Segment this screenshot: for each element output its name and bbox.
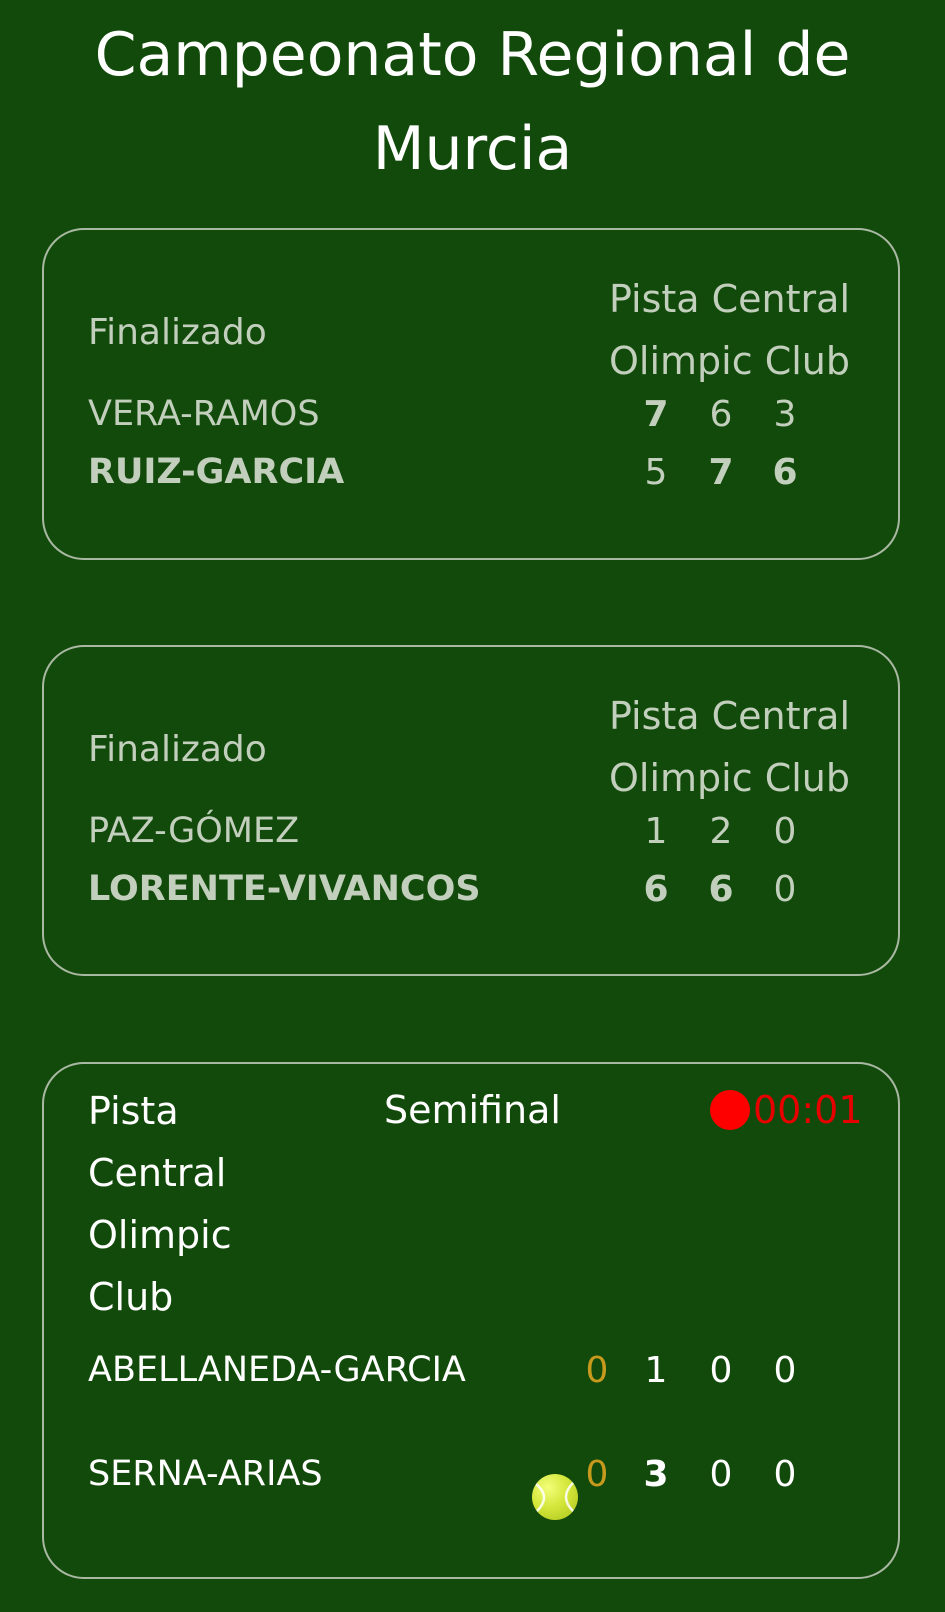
set-score: 2	[709, 811, 733, 852]
match-card-1[interactable]: Finalizado Pista Central Olimpic Club VE…	[42, 228, 900, 560]
scoreboard-page: Campeonato Regional de Murcia Finalizado…	[0, 0, 945, 1612]
venue-line-2: Olimpic Club	[609, 756, 850, 800]
game-points: 0	[585, 1350, 609, 1391]
set-score: 0	[773, 1350, 797, 1391]
match-card-2[interactable]: Finalizado Pista Central Olimpic Club PA…	[42, 645, 900, 976]
match-venue: Pista Central Olimpic Club	[88, 1089, 232, 1319]
team-name: SERNA-ARIAS	[88, 1454, 323, 1494]
set-score: 1	[644, 811, 668, 852]
match-round: Semifinal	[384, 1088, 561, 1132]
venue-line-2: Olimpic Club	[609, 339, 850, 383]
set-score: 7	[643, 394, 669, 435]
set-score: 6	[772, 452, 798, 493]
set-score: 0	[709, 1350, 733, 1391]
set-score: 6	[708, 869, 734, 910]
live-match-card[interactable]: Pista Central Olimpic Club Semifinal 00:…	[42, 1062, 900, 1579]
set-score: 3	[643, 1454, 669, 1495]
set-score: 5	[644, 452, 668, 493]
set-score: 1	[644, 1350, 668, 1391]
match-status: Finalizado	[88, 312, 267, 353]
team-name: VERA-RAMOS	[88, 394, 320, 434]
page-title: Campeonato Regional de Murcia	[94, 20, 851, 184]
match-timer: 00:01	[753, 1088, 863, 1132]
team-name: ABELLANEDA-GARCIA	[88, 1350, 466, 1390]
venue-line-1: Pista Central	[608, 277, 850, 321]
set-score: 3	[773, 394, 797, 435]
set-score: 7	[708, 452, 734, 493]
set-score: 0	[773, 1454, 797, 1495]
team-name: RUIZ-GARCIA	[88, 452, 345, 492]
venue-line-1: Pista Central	[608, 694, 850, 738]
match-venue: Pista Central Olimpic Club	[609, 685, 850, 809]
set-score: 6	[643, 869, 669, 910]
game-points: 0	[585, 1454, 609, 1495]
set-score: 6	[709, 394, 733, 435]
match-status: Finalizado	[88, 729, 267, 770]
recording-dot-icon	[710, 1090, 750, 1130]
set-score: 0	[773, 869, 797, 910]
team-name: PAZ-GÓMEZ	[88, 811, 300, 851]
match-venue: Pista Central Olimpic Club	[609, 268, 850, 392]
set-score: 0	[709, 1454, 733, 1495]
team-name: LORENTE-VIVANCOS	[88, 869, 481, 909]
tennis-ball-icon	[532, 1474, 578, 1520]
set-score: 0	[773, 811, 797, 852]
